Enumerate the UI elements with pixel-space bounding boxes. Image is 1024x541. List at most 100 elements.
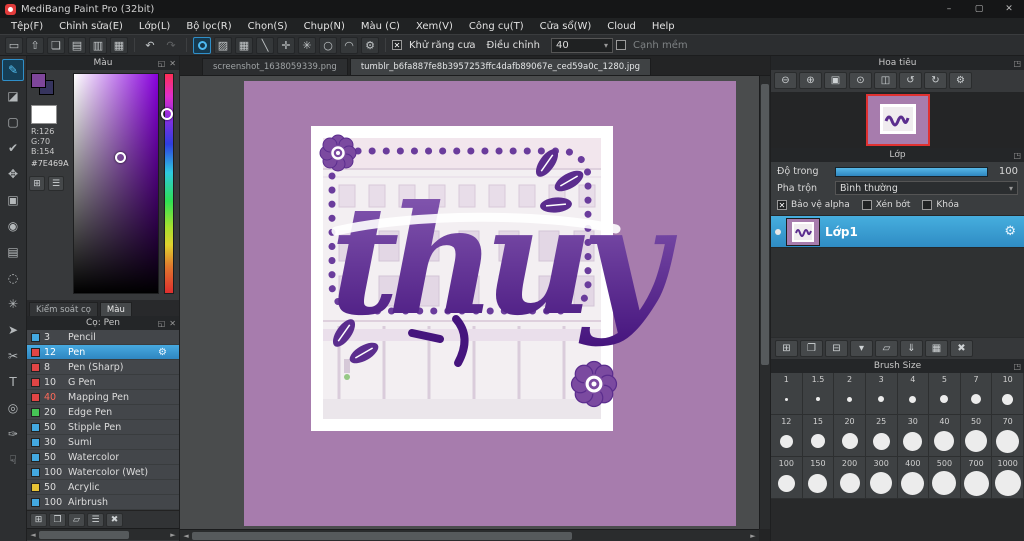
brush-row[interactable]: 12 Pen: [27, 345, 179, 360]
scroll-left-icon[interactable]: [27, 531, 39, 539]
material-panel-icon[interactable]: ▥: [89, 36, 107, 54]
delete-brush-button[interactable]: ✖: [106, 512, 123, 527]
brush-size-cell[interactable]: 100: [771, 457, 803, 499]
tab-screenshot[interactable]: screenshot_1638059339.png: [202, 58, 348, 75]
snap-circle-icon[interactable]: ○: [319, 36, 337, 54]
hue-marker[interactable]: [161, 108, 173, 120]
scroll-left-icon[interactable]: [180, 532, 192, 540]
brush-row[interactable]: 50 Stipple Pen: [27, 420, 179, 435]
brush-size-cell[interactable]: 1: [771, 373, 803, 415]
text-tool[interactable]: T: [2, 371, 24, 393]
brush-size-cell[interactable]: 150: [802, 457, 835, 499]
layer-settings-icon[interactable]: [1004, 224, 1016, 239]
brush-size-cell[interactable]: 10: [992, 373, 1024, 415]
nav-zoom-in-button[interactable]: ⊕: [799, 72, 822, 89]
brush-row[interactable]: 100 Watercolor (Wet): [27, 465, 179, 480]
popout-icon[interactable]: [158, 59, 166, 68]
antialias-checkbox[interactable]: [392, 40, 402, 50]
snap-curve-icon[interactable]: ◠: [340, 36, 358, 54]
grid-panel-icon[interactable]: ▦: [110, 36, 128, 54]
foreground-color-swatch[interactable]: [31, 73, 46, 88]
brush-size-cell[interactable]: 300: [865, 457, 898, 499]
brush-row[interactable]: 10 G Pen: [27, 375, 179, 390]
nav-rotate-right-button[interactable]: ↻: [924, 72, 947, 89]
brush-size-cell[interactable]: 4: [897, 373, 930, 415]
workspace-icon[interactable]: ▭: [5, 36, 23, 54]
document-icon[interactable]: ▤: [68, 36, 86, 54]
brush-size-cell[interactable]: 1000: [992, 457, 1024, 499]
divide-tool[interactable]: ✂: [2, 345, 24, 367]
palette-grid-button[interactable]: ⊞: [29, 176, 45, 191]
brush-size-cell[interactable]: 2: [834, 373, 866, 415]
close-icon[interactable]: [169, 59, 176, 68]
menu-help[interactable]: Help: [644, 21, 683, 32]
nav-flip-button[interactable]: ◫: [874, 72, 897, 89]
canvas-artwork[interactable]: thuy: [244, 81, 736, 526]
canvas-viewport[interactable]: thuy: [180, 76, 759, 529]
brush-row[interactable]: 40 Mapping Pen: [27, 390, 179, 405]
brush-size-cell[interactable]: 50: [960, 415, 993, 457]
soft-edge-checkbox[interactable]: [615, 40, 626, 50]
menu-edit[interactable]: Chỉnh sửa(E): [51, 21, 131, 32]
bucket-fill-tool[interactable]: ◉: [2, 215, 24, 237]
brush-size-cell[interactable]: 12: [771, 415, 803, 457]
duplicate-layer-button[interactable]: ❐: [800, 340, 823, 357]
saturation-value-square[interactable]: [73, 73, 159, 294]
menu-snap[interactable]: Chụp(N): [296, 21, 353, 32]
menu-window[interactable]: Cửa sổ(W): [532, 21, 600, 32]
menu-filter[interactable]: Bộ lọc(R): [178, 21, 239, 32]
new-brush-button[interactable]: ⊞: [30, 512, 47, 527]
close-button[interactable]: ✕: [994, 0, 1024, 18]
dock-icon[interactable]: [1013, 362, 1021, 371]
snap-radial-icon[interactable]: ✳: [298, 36, 316, 54]
delete-layer-button[interactable]: ✖: [950, 340, 973, 357]
brush-size-cell[interactable]: 30: [897, 415, 930, 457]
lasso-select-tool[interactable]: ◌: [2, 267, 24, 289]
snap-parallel-icon[interactable]: ╲: [256, 36, 274, 54]
menu-view[interactable]: Xem(V): [408, 21, 461, 32]
brush-menu-button[interactable]: ☰: [87, 512, 104, 527]
script-brush-tool[interactable]: ✑: [2, 423, 24, 445]
brush-row[interactable]: 100 Airbrush: [27, 495, 179, 510]
menu-cloud[interactable]: Cloud: [599, 21, 644, 32]
snap-cross-icon[interactable]: ✛: [277, 36, 295, 54]
nav-rotate-left-button[interactable]: ↺: [899, 72, 922, 89]
scroll-right-icon[interactable]: [747, 532, 759, 540]
brush-size-cell[interactable]: 400: [897, 457, 930, 499]
nav-fit-screen-button[interactable]: ▣: [824, 72, 847, 89]
snap-settings-icon[interactable]: ⚙: [361, 36, 379, 54]
brush-settings-icon[interactable]: [158, 347, 167, 358]
close-icon[interactable]: [169, 319, 176, 328]
layer-row[interactable]: Lớp1: [771, 216, 1024, 248]
tab-color[interactable]: Màu: [99, 302, 132, 316]
transform-tool[interactable]: ▣: [2, 189, 24, 211]
snap-grid-icon[interactable]: ▦: [235, 36, 253, 54]
dock-icon[interactable]: [1013, 151, 1021, 160]
brush-size-cell[interactable]: 70: [992, 415, 1024, 457]
maximize-button[interactable]: ▢: [964, 0, 994, 18]
tab-brush-control[interactable]: Kiểm soát cọ: [29, 302, 98, 316]
menu-tools[interactable]: Công cụ(T): [461, 21, 532, 32]
canvas-vscrollbar[interactable]: [759, 76, 770, 529]
gradient-tool[interactable]: ▤: [2, 241, 24, 263]
scroll-right-icon[interactable]: [167, 531, 179, 539]
brush-folder-button[interactable]: ▱: [68, 512, 85, 527]
menu-select[interactable]: Chọn(S): [240, 21, 296, 32]
nav-zoom-out-button[interactable]: ⊖: [774, 72, 797, 89]
scrollbar-thumb[interactable]: [761, 84, 769, 365]
brush-row[interactable]: 50 Watercolor: [27, 450, 179, 465]
navigator-view[interactable]: [771, 92, 1024, 148]
duplicate-brush-button[interactable]: ❐: [49, 512, 66, 527]
redo-button[interactable]: ↷: [162, 37, 180, 54]
secondary-color-swatch[interactable]: [31, 105, 57, 124]
merge-layer-button[interactable]: ⇓: [900, 340, 923, 357]
zoom-tool[interactable]: ◎: [2, 397, 24, 419]
brush-row[interactable]: 30 Sumi: [27, 435, 179, 450]
scrollbar-thumb[interactable]: [39, 530, 129, 539]
brush-row[interactable]: 50 Acrylic: [27, 480, 179, 495]
marquee-select-tool[interactable]: ▢: [2, 111, 24, 133]
clipping-checkbox[interactable]: [861, 200, 872, 210]
brush-row[interactable]: 8 Pen (Sharp): [27, 360, 179, 375]
brush-size-cell[interactable]: 20: [834, 415, 866, 457]
protect-alpha-checkbox[interactable]: [777, 200, 787, 210]
